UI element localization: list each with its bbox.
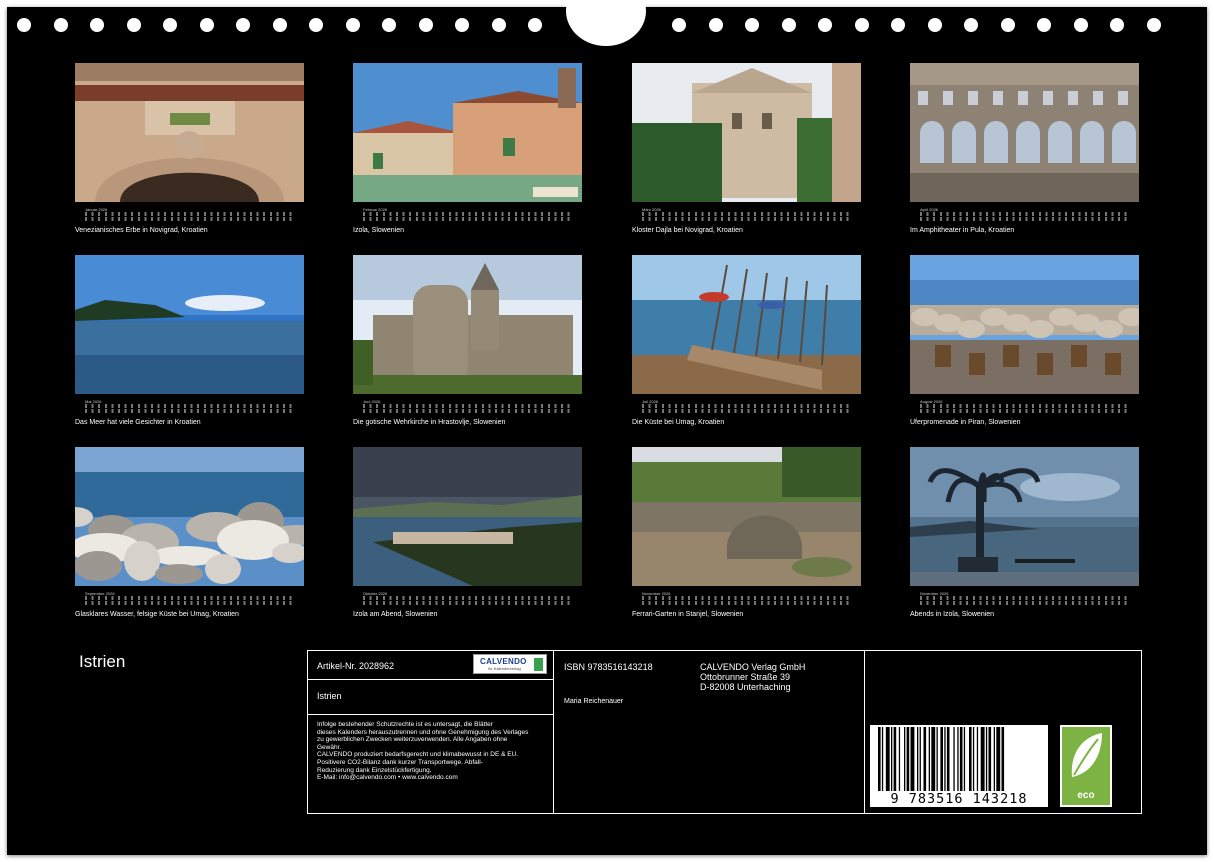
binding-hole xyxy=(126,18,141,32)
legal-line: Gewähr. xyxy=(317,743,342,751)
binding-hole xyxy=(199,18,214,32)
publisher-name: CALVENDO Verlag GmbH xyxy=(700,662,806,672)
photo-caption: Venezianisches Erbe in Novigrad, Kroatie… xyxy=(75,227,208,234)
photo-caption: Izola am Abend, Slowenien xyxy=(353,611,438,618)
month-photo xyxy=(632,447,861,586)
binding-hole xyxy=(90,18,104,32)
barcode-digits: 9 783516 143218 xyxy=(890,791,1028,807)
binding-hole xyxy=(491,18,506,32)
month-photo xyxy=(75,255,304,394)
binding-hole xyxy=(964,18,978,32)
publisher-city: D-82008 Unterhaching xyxy=(700,682,791,692)
photo-caption: Die Küste bei Umag, Kroatien xyxy=(632,419,725,426)
photo-caption: Abends in Izola, Slowenien xyxy=(910,611,995,618)
month-photo xyxy=(910,447,1139,586)
legal-line: Reduzierung dank Einzelstückfertigung. xyxy=(317,766,432,774)
day-grid xyxy=(363,404,573,414)
legal-box: Infolge bestehender Schutzrechte ist es … xyxy=(307,714,554,814)
month-photo xyxy=(910,63,1139,202)
day-grid xyxy=(85,596,295,606)
publisher-street: Ottobrunner Straße 39 xyxy=(700,672,791,682)
imprint-title: Istrien xyxy=(317,691,342,701)
author: Maria Reichenauer xyxy=(564,698,624,705)
month-photo xyxy=(632,255,861,394)
month-photo xyxy=(353,255,582,394)
binding-hole xyxy=(309,18,323,32)
day-grid xyxy=(642,404,852,414)
isbn-barcode: 9 783516 143218 xyxy=(870,725,1048,807)
day-grid xyxy=(642,596,852,606)
isbn: ISBN 9783516143218 xyxy=(564,662,653,672)
calvendo-logo-text: CALVENDO xyxy=(480,657,527,666)
binding-hole xyxy=(1073,18,1088,32)
legal-line: CALVENDO produziert bedarfsgerecht und k… xyxy=(317,751,519,759)
legal-line: Positivere CO2-Bilanz dank kurzer Transp… xyxy=(317,758,483,766)
photo-caption: Ferrari-Garten in Stanjel, Slowenien xyxy=(632,611,744,618)
binding-hole xyxy=(891,18,905,32)
binding-hole xyxy=(345,18,360,32)
legal-line: zu gewerblichen Zwecken weiterzuverwende… xyxy=(317,736,508,744)
month-photo xyxy=(632,63,861,202)
month-photo xyxy=(75,63,304,202)
month-photo xyxy=(353,447,582,586)
photo-caption: Das Meer hat viele Gesichter in Kroatien xyxy=(75,419,201,426)
binding-hole xyxy=(818,18,832,32)
legal-notice: Infolge bestehender Schutzrechte ist es … xyxy=(317,721,552,782)
article-number: Artikel-Nr. 2028962 xyxy=(317,661,395,671)
binding-hole xyxy=(272,18,287,32)
eco-badge: eco xyxy=(1060,725,1112,807)
day-grid xyxy=(920,404,1130,414)
day-grid xyxy=(85,212,295,222)
day-grid xyxy=(920,212,1130,222)
month-photo xyxy=(353,63,582,202)
photo-caption: Glasklares Wasser, felsige Küste bei Uma… xyxy=(75,611,239,618)
binding-hole xyxy=(1110,18,1124,32)
legal-line: Infolge bestehender Schutzrechte ist es … xyxy=(317,721,493,728)
photo-caption: Kloster Dajla bei Novigrad, Kroatien xyxy=(632,227,743,234)
binding-hole xyxy=(53,18,68,32)
legal-line: E-Mail: info@calvendo.com • www.calvendo… xyxy=(317,774,458,782)
calvendo-logo: CALVENDO Ihr Kalenderverlag xyxy=(473,654,547,674)
eco-label: eco xyxy=(1077,790,1095,801)
binding-hole xyxy=(528,18,542,32)
photo-caption: Izola, Slowenien xyxy=(353,227,404,234)
month-photo xyxy=(75,447,304,586)
binding-hole xyxy=(455,18,469,32)
binding-hole xyxy=(672,18,686,32)
publisher-box: ISBN 9783516143218 Maria Reichenauer CAL… xyxy=(553,650,865,814)
binding-hole xyxy=(236,18,250,32)
binding-hole xyxy=(708,18,723,32)
binding-hole xyxy=(854,18,869,32)
photo-caption: Im Amphitheater in Pula, Kroatien xyxy=(910,227,1015,234)
month-photo xyxy=(910,255,1139,394)
calvendo-mark-icon xyxy=(534,658,543,671)
photo-caption: Die gotische Wehrkirche in Hrastovlje, S… xyxy=(353,419,506,426)
day-grid xyxy=(920,596,1130,606)
binding-hole xyxy=(382,18,396,32)
binding-hole xyxy=(163,18,177,32)
binding-hole xyxy=(927,18,942,32)
binding-hole xyxy=(745,18,759,32)
day-grid xyxy=(363,212,573,222)
calvendo-logo-subtitle: Ihr Kalenderverlag xyxy=(488,666,521,671)
binding-hole xyxy=(1037,18,1051,32)
photo-caption: Uferpromenade in Piran, Slowenien xyxy=(910,419,1021,426)
day-grid xyxy=(85,404,295,414)
legal-line: dieses Kalenders herauszutrennen und ohn… xyxy=(317,728,529,736)
binding-hole xyxy=(1146,18,1161,32)
publisher-address: CALVENDO Verlag GmbH Ottobrunner Straße … xyxy=(700,662,805,692)
title-box: Istrien xyxy=(307,679,554,715)
day-grid xyxy=(642,212,852,222)
barcode-bars xyxy=(878,727,1005,791)
binding-hole xyxy=(418,18,433,32)
binding-hole xyxy=(1000,18,1015,32)
calendar-title: Istrien xyxy=(79,652,126,671)
binding-hole xyxy=(17,18,31,32)
leaf-icon xyxy=(1071,733,1102,777)
day-grid xyxy=(363,596,573,606)
binding-hole xyxy=(781,18,796,32)
